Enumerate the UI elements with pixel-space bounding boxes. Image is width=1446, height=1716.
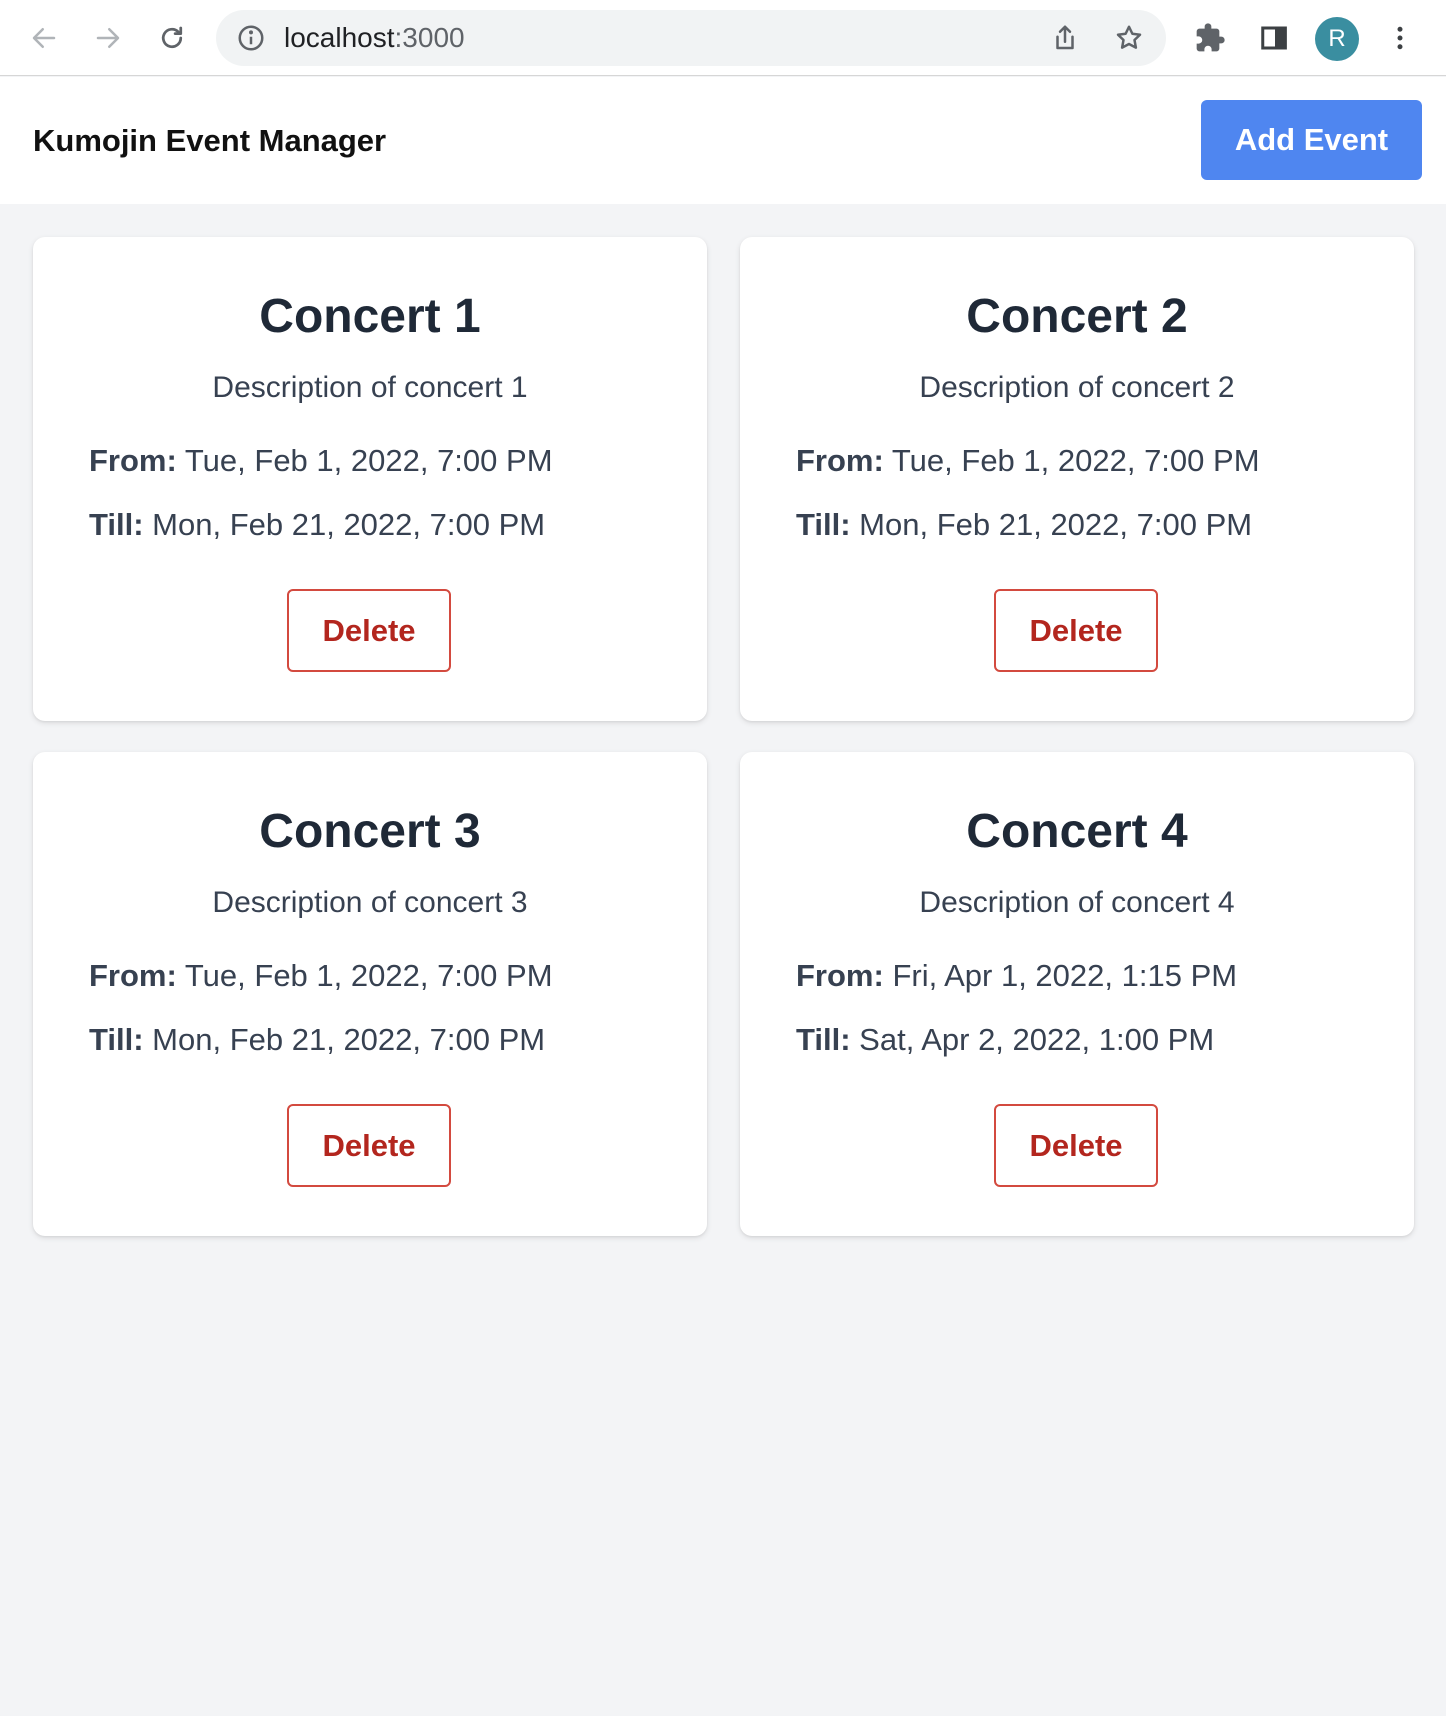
from-label: From:	[89, 443, 177, 478]
delete-button[interactable]: Delete	[994, 1104, 1158, 1187]
from-label: From:	[796, 443, 884, 478]
app-title: Kumojin Event Manager	[33, 123, 387, 158]
event-description: Description of concert 3	[212, 886, 528, 919]
event-description: Description of concert 4	[919, 886, 1235, 919]
delete-button[interactable]: Delete	[994, 589, 1158, 672]
more-vertical-icon	[1397, 26, 1403, 50]
event-till-value: Mon, Feb 21, 2022, 7:00 PM	[152, 1022, 546, 1057]
event-description: Description of concert 2	[919, 371, 1235, 404]
event-from-value: Fri, Apr 1, 2022, 1:15 PM	[892, 958, 1238, 993]
back-button[interactable]	[20, 14, 68, 62]
event-till-value: Mon, Feb 21, 2022, 7:00 PM	[859, 507, 1253, 542]
event-from: From: Fri, Apr 1, 2022, 1:15 PM	[796, 958, 1237, 994]
event-title: Concert 2	[966, 290, 1188, 343]
add-event-button[interactable]: Add Event	[1201, 100, 1422, 180]
event-card: Concert 1 Description of concert 1 From:…	[33, 237, 707, 721]
event-till: Till: Sat, Apr 2, 2022, 1:00 PM	[796, 1022, 1214, 1058]
reload-icon	[161, 26, 183, 49]
profile-avatar[interactable]: R	[1315, 17, 1359, 61]
till-label: Till:	[89, 507, 144, 542]
event-till: Till: Mon, Feb 21, 2022, 7:00 PM	[89, 1022, 545, 1058]
delete-button[interactable]: Delete	[287, 1104, 451, 1187]
till-label: Till:	[89, 1022, 144, 1057]
app-header: Kumojin Event Manager Add Event	[0, 77, 1446, 204]
event-till-value: Mon, Feb 21, 2022, 7:00 PM	[152, 507, 546, 542]
event-description: Description of concert 1	[212, 371, 528, 404]
event-from: From: Tue, Feb 1, 2022, 7:00 PM	[89, 958, 553, 994]
side-panel-icon	[1261, 26, 1287, 50]
event-title: Concert 1	[259, 290, 481, 343]
star-icon[interactable]	[1114, 23, 1144, 53]
event-till: Till: Mon, Feb 21, 2022, 7:00 PM	[89, 507, 545, 543]
address-bar[interactable]: localhost:3000	[216, 10, 1166, 66]
forward-button[interactable]	[84, 14, 132, 62]
from-label: From:	[796, 958, 884, 993]
url-host: localhost	[284, 22, 395, 53]
event-title: Concert 4	[966, 805, 1188, 858]
arrow-right-icon	[96, 28, 120, 48]
menu-button[interactable]	[1380, 18, 1420, 58]
from-label: From:	[89, 958, 177, 993]
event-till: Till: Mon, Feb 21, 2022, 7:00 PM	[796, 507, 1252, 543]
event-card: Concert 3 Description of concert 3 From:…	[33, 752, 707, 1236]
arrow-left-icon	[32, 28, 56, 48]
event-from-value: Tue, Feb 1, 2022, 7:00 PM	[891, 443, 1260, 478]
url-text[interactable]: localhost:3000	[284, 10, 465, 66]
event-from: From: Tue, Feb 1, 2022, 7:00 PM	[89, 443, 553, 479]
event-card: Concert 2 Description of concert 2 From:…	[740, 237, 1414, 721]
info-icon[interactable]	[236, 23, 266, 53]
puzzle-icon	[1196, 23, 1225, 52]
extensions-button[interactable]	[1190, 18, 1230, 58]
browser-toolbar: localhost:3000 R	[0, 0, 1446, 76]
event-from-value: Tue, Feb 1, 2022, 7:00 PM	[184, 443, 553, 478]
event-till-value: Sat, Apr 2, 2022, 1:00 PM	[859, 1022, 1215, 1057]
delete-button[interactable]: Delete	[287, 589, 451, 672]
till-label: Till:	[796, 507, 851, 542]
till-label: Till:	[796, 1022, 851, 1057]
event-from: From: Tue, Feb 1, 2022, 7:00 PM	[796, 443, 1260, 479]
side-panel-button[interactable]	[1254, 18, 1294, 58]
share-icon[interactable]	[1050, 23, 1080, 53]
event-card: Concert 4 Description of concert 4 From:…	[740, 752, 1414, 1236]
url-port: :3000	[394, 22, 465, 53]
event-from-value: Tue, Feb 1, 2022, 7:00 PM	[184, 958, 553, 993]
event-title: Concert 3	[259, 805, 481, 858]
reload-button[interactable]	[148, 14, 196, 62]
